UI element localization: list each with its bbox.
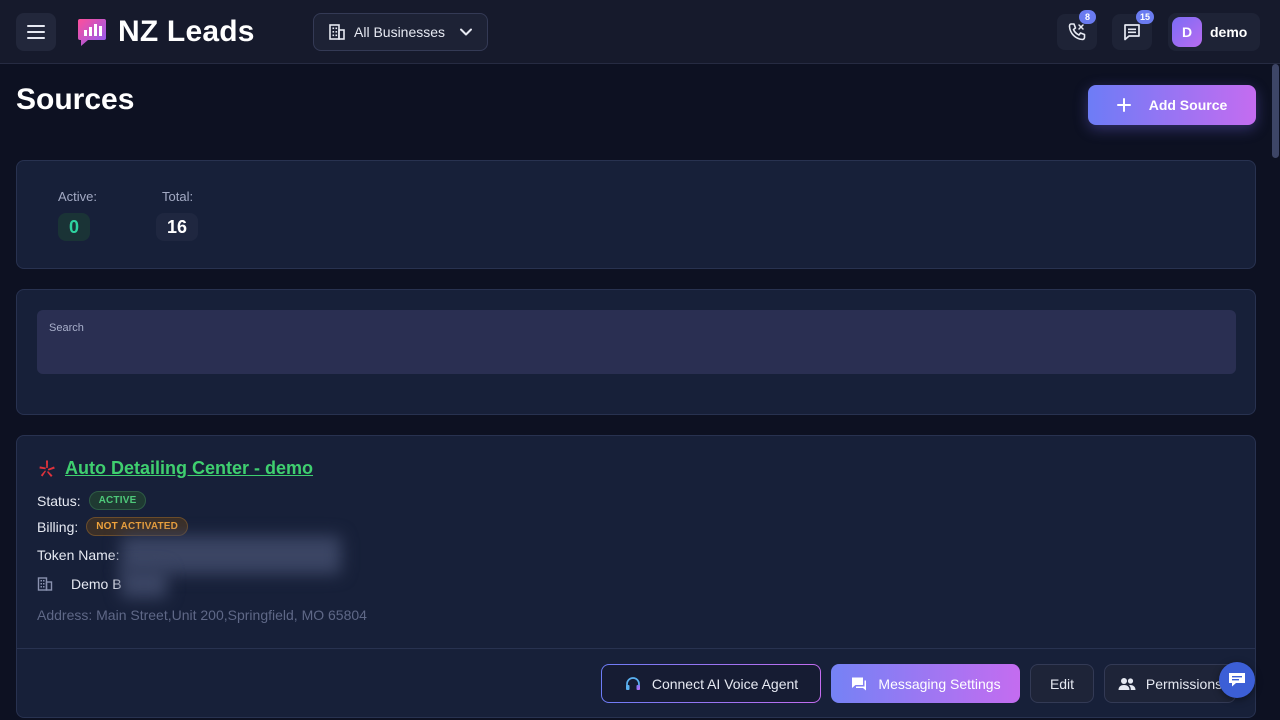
business-name: Demo B bbox=[71, 576, 122, 592]
search-field[interactable]: Search bbox=[37, 310, 1236, 374]
status-row: Status: ACTIVE bbox=[37, 491, 147, 510]
source-name-link[interactable]: Auto Detailing Center - demo bbox=[65, 458, 313, 479]
edit-button[interactable]: Edit bbox=[1030, 664, 1094, 703]
page-scrollbar[interactable] bbox=[1270, 64, 1280, 720]
chat-widget-button[interactable] bbox=[1219, 662, 1255, 698]
yelp-icon bbox=[39, 460, 55, 477]
user-name: demo bbox=[1210, 24, 1248, 40]
top-bar: NZ Leads All Businesses 8 15 D demo bbox=[0, 0, 1280, 64]
headset-icon bbox=[625, 676, 640, 690]
source-address: Address: Main Street,Unit 200,Springfiel… bbox=[37, 607, 367, 623]
messages-button[interactable]: 15 bbox=[1112, 10, 1154, 50]
calls-button[interactable]: 8 bbox=[1057, 10, 1097, 50]
total-label: Total: bbox=[162, 189, 194, 204]
brand-logo[interactable]: NZ Leads bbox=[76, 15, 255, 49]
billing-row: Billing: NOT ACTIVATED bbox=[37, 517, 189, 536]
active-label: Active: bbox=[58, 189, 98, 204]
hamburger-icon bbox=[27, 25, 45, 39]
brand-name: NZ Leads bbox=[118, 15, 255, 48]
building-icon bbox=[329, 24, 345, 40]
chat-chart-logo-icon bbox=[78, 19, 106, 46]
status-badge: ACTIVE bbox=[88, 491, 147, 510]
status-label: Status: bbox=[37, 492, 81, 509]
permissions-button[interactable]: Permissions bbox=[1104, 664, 1236, 703]
permissions-label: Permissions bbox=[1145, 675, 1223, 692]
add-source-button[interactable]: Add Source bbox=[1088, 85, 1256, 125]
business-select-value: All Businesses bbox=[354, 24, 446, 40]
token-label: Token Name: bbox=[37, 547, 120, 563]
token-row: Token Name: bbox=[37, 547, 119, 563]
user-menu[interactable]: D demo bbox=[1168, 13, 1260, 51]
plus-icon bbox=[1116, 98, 1131, 112]
billing-badge: NOT ACTIVATED bbox=[86, 517, 189, 536]
business-row: Demo B bbox=[37, 576, 122, 592]
connect-ai-voice-agent-button[interactable]: Connect AI Voice Agent bbox=[601, 664, 821, 703]
card-divider bbox=[17, 648, 1255, 649]
edit-label: Edit bbox=[1049, 675, 1075, 692]
scrollbar-thumb[interactable] bbox=[1272, 64, 1279, 158]
messaging-settings-label: Messaging Settings bbox=[878, 675, 1001, 692]
source-card: Auto Detailing Center - demo Status: ACT… bbox=[16, 435, 1256, 718]
chat-bubble-icon bbox=[1229, 673, 1245, 687]
billing-label: Billing: bbox=[37, 518, 79, 535]
messaging-settings-button[interactable]: Messaging Settings bbox=[831, 664, 1020, 703]
messages-badge: 15 bbox=[1135, 10, 1154, 24]
phone-icon bbox=[1068, 23, 1086, 41]
chat-icon bbox=[852, 677, 867, 690]
active-count: 0 bbox=[58, 213, 91, 241]
menu-button[interactable] bbox=[16, 13, 56, 51]
connect-ai-voice-agent-label: Connect AI Voice Agent bbox=[651, 675, 799, 692]
redacted-business bbox=[121, 568, 167, 598]
stats-card: Active: 0 Total: 16 bbox=[16, 160, 1256, 269]
add-source-label: Add Source bbox=[1148, 97, 1228, 113]
chevron-down-icon bbox=[460, 28, 472, 36]
search-card: Search bbox=[16, 289, 1256, 415]
search-input[interactable] bbox=[49, 340, 1224, 366]
total-count: 16 bbox=[156, 213, 199, 241]
business-select[interactable]: All Businesses bbox=[313, 13, 488, 51]
calls-badge: 8 bbox=[1079, 10, 1096, 24]
users-icon bbox=[1118, 677, 1136, 690]
page-title: Sources bbox=[16, 83, 135, 116]
building-icon bbox=[37, 577, 53, 591]
source-header: Auto Detailing Center - demo bbox=[37, 458, 313, 479]
avatar: D bbox=[1172, 17, 1202, 47]
message-icon bbox=[1124, 24, 1140, 41]
search-label: Search bbox=[49, 322, 84, 334]
